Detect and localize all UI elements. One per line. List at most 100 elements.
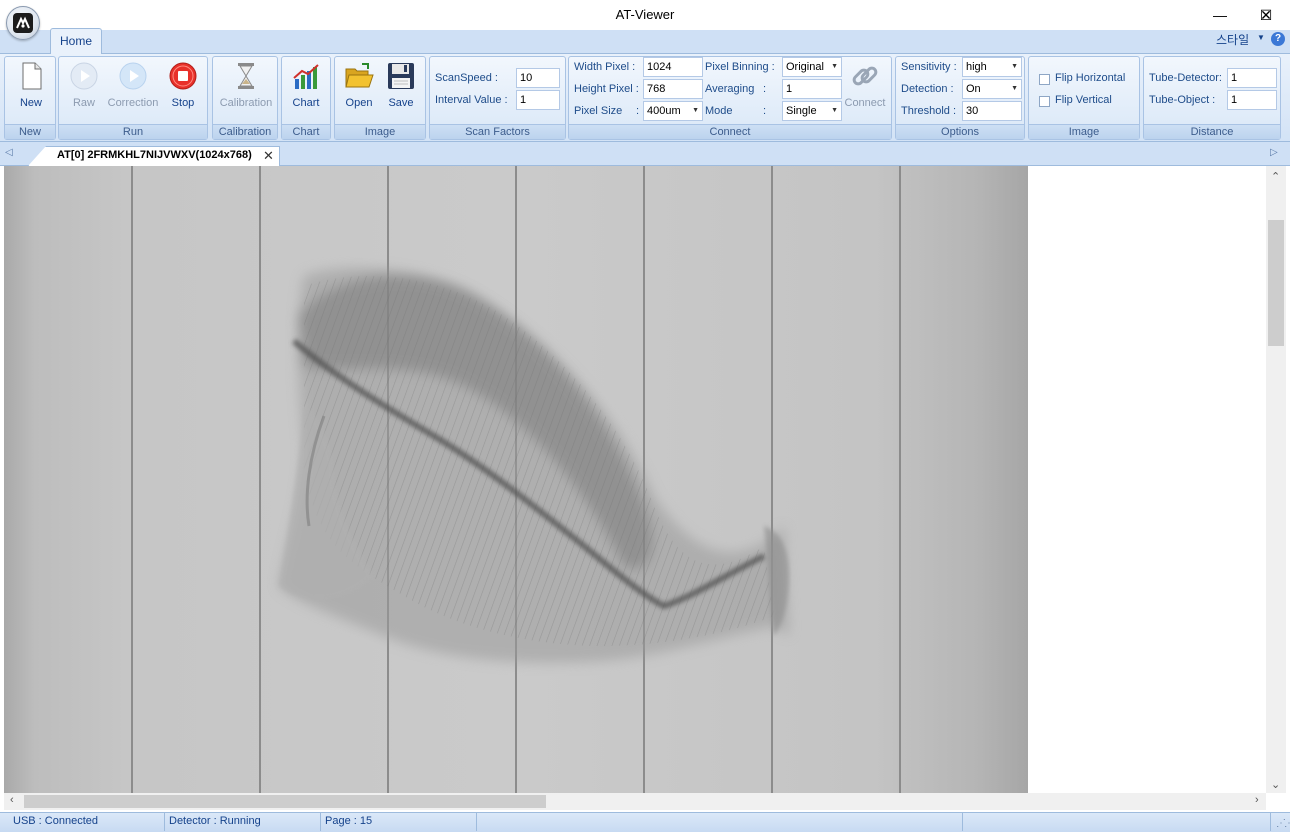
width-pixel-field[interactable]: 1024 [643,57,703,77]
mode-colon: : [763,105,767,117]
stop-label: Stop [171,97,195,109]
xray-image [4,166,1028,793]
group-label-new: New [5,124,55,139]
scroll-down-icon[interactable]: ⌄ [1271,778,1280,791]
tab-home[interactable]: Home [50,28,102,54]
horizontal-scrollbar-thumb[interactable] [24,795,546,808]
chevron-down-icon: ▼ [692,107,699,114]
width-pixel-label: Width Pixel : [574,61,636,73]
chevron-down-icon[interactable]: ▼ [1257,33,1265,42]
pixel-size-select[interactable]: 400um ▼ [643,101,703,121]
title-bar: AT-Viewer — ☐ ✕ [0,0,1290,30]
status-usb: USB : Connected [13,815,98,827]
status-divider [164,813,165,831]
sensitivity-select[interactable]: high ▼ [962,57,1022,77]
pixel-size-colon: : [636,105,640,117]
folder-open-icon [345,63,374,88]
tab-scroll-right-icon[interactable]: ▷ [1270,147,1278,158]
chain-link-icon [852,66,878,86]
interval-value-field[interactable]: 1 [516,90,560,110]
chevron-down-icon: ▼ [831,63,838,70]
group-image: Open Save Image [334,56,426,140]
save-button[interactable]: Save [377,59,425,111]
document-tab-label[interactable]: AT[0] 2FRMKHL7NIJVWXV(1024x768) [57,149,252,161]
xray-fish-image [131,166,901,793]
stop-icon [169,62,197,90]
group-label-connect: Connect [569,124,891,139]
group-flip: Flip Horizontal Flip Vertical Image [1028,56,1140,140]
play-icon [70,62,98,90]
scan-speed-field[interactable]: 10 [516,68,560,88]
scroll-right-icon[interactable]: › [1255,794,1259,806]
pixel-size-value: 400um [647,105,681,117]
tube-object-label: Tube-Object : [1149,94,1216,106]
image-viewer[interactable] [4,166,1266,793]
scan-speed-label: ScanSpeed : [435,72,498,84]
status-detector: Detector : Running [169,815,261,827]
threshold-label: Threshold : [901,105,957,117]
tube-object-field[interactable]: 1 [1227,90,1277,110]
group-calibration: Calibration Calibration [212,56,278,140]
connect-button[interactable]: Connect [841,59,889,111]
averaging-field[interactable]: 1 [782,79,842,99]
scroll-up-icon[interactable]: ⌃ [1271,170,1280,183]
pixel-size-label: Pixel Size [574,105,623,117]
chart-button[interactable]: Chart [282,59,330,111]
app-menu-icon[interactable] [6,6,40,40]
status-divider [476,813,477,831]
chevron-down-icon: ▼ [1011,63,1018,70]
group-scan-factors: ScanSpeed : 10 Interval Value : 1 Scan F… [429,56,566,140]
interval-value-label: Interval Value : [435,94,508,106]
group-label-flip: Image [1029,124,1139,139]
status-divider [1270,813,1271,831]
threshold-field[interactable]: 30 [962,101,1022,121]
calibration-label: Calibration [219,97,273,109]
detection-select[interactable]: On ▼ [962,79,1022,99]
scroll-left-icon[interactable]: ‹ [10,794,14,806]
ribbon: New New Raw Correction Stop Run Calibrat… [0,54,1290,142]
chevron-down-icon: ▼ [1011,85,1018,92]
averaging-colon: : [763,83,767,95]
help-icon[interactable]: ? [1271,32,1285,46]
height-pixel-field[interactable]: 768 [643,79,703,99]
new-button[interactable]: New [7,59,55,111]
resize-grip-icon[interactable]: ⋰⋰ [1276,818,1290,829]
group-label-image: Image [335,124,425,139]
minimize-button[interactable]: — [1197,0,1243,30]
pixel-binning-label: Pixel Binning : [705,61,775,73]
group-options: Sensitivity : high ▼ Detection : On ▼ Th… [895,56,1025,140]
group-distance: Tube-Detector: 1 Tube-Object : 1 Distanc… [1143,56,1281,140]
flip-horizontal-checkbox[interactable] [1039,74,1050,85]
stop-button[interactable]: Stop [159,59,207,111]
style-menu[interactable]: 스타일 [1216,31,1249,48]
play-icon [119,62,147,90]
vertical-scrollbar-thumb[interactable] [1268,220,1284,346]
flip-vertical-checkbox[interactable] [1039,96,1050,107]
sensitivity-value: high [966,61,987,73]
averaging-label: Averaging [705,83,755,95]
ribbon-tab-row [0,30,1290,54]
flip-horizontal-label[interactable]: Flip Horizontal [1055,72,1125,84]
pixel-binning-select[interactable]: Original ▼ [782,57,842,77]
group-label-scan-factors: Scan Factors [430,124,565,139]
connect-label: Connect [844,97,886,109]
detection-value: On [966,83,981,95]
tube-detector-field[interactable]: 1 [1227,68,1277,88]
height-pixel-label: Height Pixel : [574,83,639,95]
mode-label: Mode [705,105,733,117]
calibration-button[interactable]: Calibration [220,59,272,111]
group-run: Raw Correction Stop Run [58,56,208,140]
status-divider [320,813,321,831]
chart-icon [293,64,319,89]
close-tab-icon[interactable]: ✕ [263,148,274,164]
tube-detector-label: Tube-Detector: [1149,72,1222,84]
mode-value: Single [786,105,817,117]
tab-scroll-left-icon[interactable]: ◁ [5,147,13,158]
group-label-run: Run [59,124,207,139]
group-chart: Chart Chart [281,56,331,140]
close-button[interactable]: ✕ [1243,0,1289,30]
flip-vertical-label[interactable]: Flip Vertical [1055,94,1112,106]
detection-label: Detection : [901,83,954,95]
sensitivity-label: Sensitivity : [901,61,957,73]
group-new: New New [4,56,56,140]
